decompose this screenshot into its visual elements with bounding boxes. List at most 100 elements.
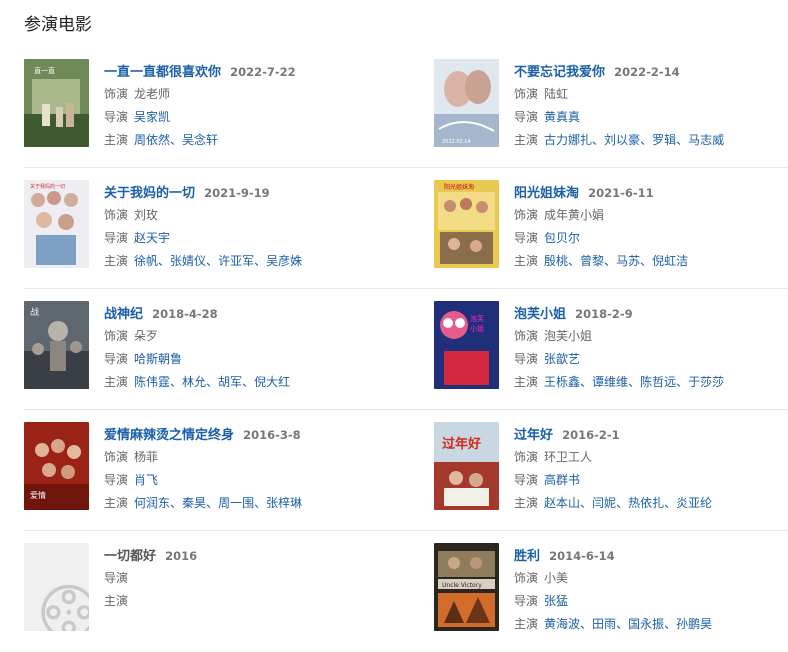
cast-link[interactable]: 陈哲远 <box>640 375 676 389</box>
cast-row: 主演 陈伟霆、林允、胡军、倪大红 <box>104 375 291 389</box>
cast-link[interactable]: 谭维维 <box>592 375 628 389</box>
director-row: 导演 <box>104 567 434 590</box>
title-row: 爱情麻辣烫之情定终身 2016-3-8 <box>104 424 434 446</box>
release-date: 2016-3-8 <box>243 428 301 442</box>
movie-title[interactable]: 爱情麻辣烫之情定终身 <box>104 428 234 443</box>
cast-label: 主演 <box>514 254 539 268</box>
cast-link[interactable]: 闫妮 <box>592 496 616 510</box>
role-value: 杨菲 <box>134 450 159 464</box>
cast-link[interactable]: 炎亚纶 <box>676 496 712 510</box>
role-label: 饰演 <box>514 87 539 101</box>
cast-link[interactable]: 田雨 <box>592 617 616 631</box>
cast-link[interactable]: 许亚军 <box>218 254 254 268</box>
title-row: 战神纪 2018-4-28 <box>104 303 434 325</box>
cast-link[interactable]: 林允 <box>182 375 206 389</box>
director-link[interactable]: 黄真真 <box>544 110 580 124</box>
title-row: 不要忘记我爱你 2022-2-14 <box>514 61 788 83</box>
director-label: 导演 <box>514 473 539 487</box>
director-link[interactable]: 张猛 <box>544 594 568 608</box>
director-link[interactable]: 包贝尔 <box>544 231 580 245</box>
movie-poster[interactable]: 阳光姐妹淘 <box>434 180 499 268</box>
cast-link[interactable]: 倪大红 <box>254 375 290 389</box>
role-label: 饰演 <box>104 329 129 343</box>
movie-title[interactable]: 战神纪 <box>104 307 143 322</box>
cast-link[interactable]: 殷桃 <box>544 254 568 268</box>
director-link[interactable]: 赵天宇 <box>134 231 170 245</box>
director-row: 导演 包贝尔 <box>514 227 788 250</box>
cast-link[interactable]: 张梓琳 <box>266 496 302 510</box>
director-row: 导演 高群书 <box>514 469 788 492</box>
director-link[interactable]: 哈斯朝鲁 <box>134 352 182 366</box>
movie-poster[interactable]: 爱情 <box>24 422 89 510</box>
cast-label: 主演 <box>104 254 129 268</box>
director-link[interactable]: 高群书 <box>544 473 580 487</box>
director-row: 导演 赵天宇 <box>104 227 434 250</box>
cast-row: 主演 古力娜扎、刘以豪、罗辑、马志威 <box>514 133 725 147</box>
movie-card: 过年好 过年好 2016-2-1 饰演 环卫工人 导演 高群书 主演 赵本山、闫妮、热… <box>434 410 788 531</box>
cast-link[interactable]: 秦昊 <box>182 496 206 510</box>
cast-link[interactable]: 黄海波 <box>544 617 580 631</box>
role-row: 饰演 小美 <box>514 567 788 590</box>
movie-title[interactable]: 关于我妈的一切 <box>104 186 195 201</box>
svg-text:爱情: 爱情 <box>30 490 46 500</box>
movie-poster[interactable]: 直一直 <box>24 59 89 147</box>
release-date: 2022-2-14 <box>614 65 680 79</box>
cast-link[interactable]: 赵本山 <box>544 496 580 510</box>
director-label: 导演 <box>104 110 129 124</box>
cast-link[interactable]: 周一围 <box>218 496 254 510</box>
role-row: 饰演 环卫工人 <box>514 446 788 469</box>
director-link[interactable]: 张歆艺 <box>544 352 580 366</box>
movie-title[interactable]: 泡芙小姐 <box>514 307 566 322</box>
title-row: 关于我妈的一切 2021-9-19 <box>104 182 434 204</box>
cast-link[interactable]: 马苏 <box>616 254 640 268</box>
cast-link[interactable]: 于莎莎 <box>688 375 724 389</box>
role-value: 陆虹 <box>544 87 569 101</box>
cast-link[interactable]: 倪虹洁 <box>652 254 688 268</box>
cast-label: 主演 <box>514 617 539 631</box>
movie-title: 一切都好 <box>104 549 157 564</box>
cast-link[interactable]: 周依然 <box>134 133 170 147</box>
movie-poster[interactable]: 战 <box>24 301 89 389</box>
movie-card: 直一直 一直一直都很喜欢你 2022-7-22 饰演 龙老师 导演 吴家凯 主演 周依… <box>24 47 434 168</box>
cast-link[interactable]: 古力娜扎 <box>544 133 592 147</box>
movie-poster[interactable]: 2022.02.14 <box>434 59 499 147</box>
cast-link[interactable]: 曾黎 <box>580 254 604 268</box>
movie-poster[interactable]: 关于我妈的一切 <box>24 180 89 268</box>
cast-label: 主演 <box>104 133 129 147</box>
svg-text:战: 战 <box>30 307 39 318</box>
cast-link[interactable]: 胡军 <box>218 375 242 389</box>
movie-title[interactable]: 一直一直都很喜欢你 <box>104 65 221 80</box>
cast-link[interactable]: 罗辑 <box>652 133 676 147</box>
cast-link[interactable]: 刘以豪 <box>604 133 640 147</box>
director-link[interactable]: 肖飞 <box>134 473 158 487</box>
title-row: 泡芙小姐 2018-2-9 <box>514 303 788 325</box>
movie-title[interactable]: 过年好 <box>514 428 553 443</box>
cast-link[interactable]: 张婧仪 <box>170 254 206 268</box>
cast-link[interactable]: 王栎鑫 <box>544 375 580 389</box>
role-label: 饰演 <box>514 329 539 343</box>
movie-title[interactable]: 不要忘记我爱你 <box>514 65 605 80</box>
cast-link[interactable]: 吴彦姝 <box>266 254 302 268</box>
movie-poster[interactable]: Uncle Victory <box>434 543 499 631</box>
release-date: 2021-6-11 <box>588 186 654 200</box>
role-row: 饰演 朵歹 <box>104 325 434 348</box>
svg-text:泡芙: 泡芙 <box>470 314 484 323</box>
movie-poster[interactable]: 过年好 <box>434 422 499 510</box>
release-date: 2014-6-14 <box>549 549 615 563</box>
cast-label: 主演 <box>514 375 539 389</box>
cast-link[interactable]: 孙鹏昊 <box>676 617 712 631</box>
cast-link[interactable]: 热依扎 <box>628 496 664 510</box>
director-link[interactable]: 吴家凯 <box>134 110 170 124</box>
cast-link[interactable]: 何润东 <box>134 496 170 510</box>
cast-row: 主演 殷桃、曾黎、马苏、倪虹洁 <box>514 254 689 268</box>
cast-link[interactable]: 陈伟霆 <box>134 375 170 389</box>
movie-title[interactable]: 阳光姐妹淘 <box>514 186 579 201</box>
movie-card: 关于我妈的一切 关于我妈的一切 2021-9-19 饰演 刘玫 导演 赵天宇 主演徐… <box>24 168 434 289</box>
movie-title[interactable]: 胜利 <box>514 549 540 564</box>
cast-link[interactable]: 马志威 <box>688 133 724 147</box>
movie-poster[interactable]: 泡芙 小姐 <box>434 301 499 389</box>
cast-link[interactable]: 吴念轩 <box>182 133 218 147</box>
role-row: 饰演 杨菲 <box>104 446 434 469</box>
cast-link[interactable]: 徐帆 <box>134 254 158 268</box>
cast-link[interactable]: 国永振 <box>628 617 664 631</box>
